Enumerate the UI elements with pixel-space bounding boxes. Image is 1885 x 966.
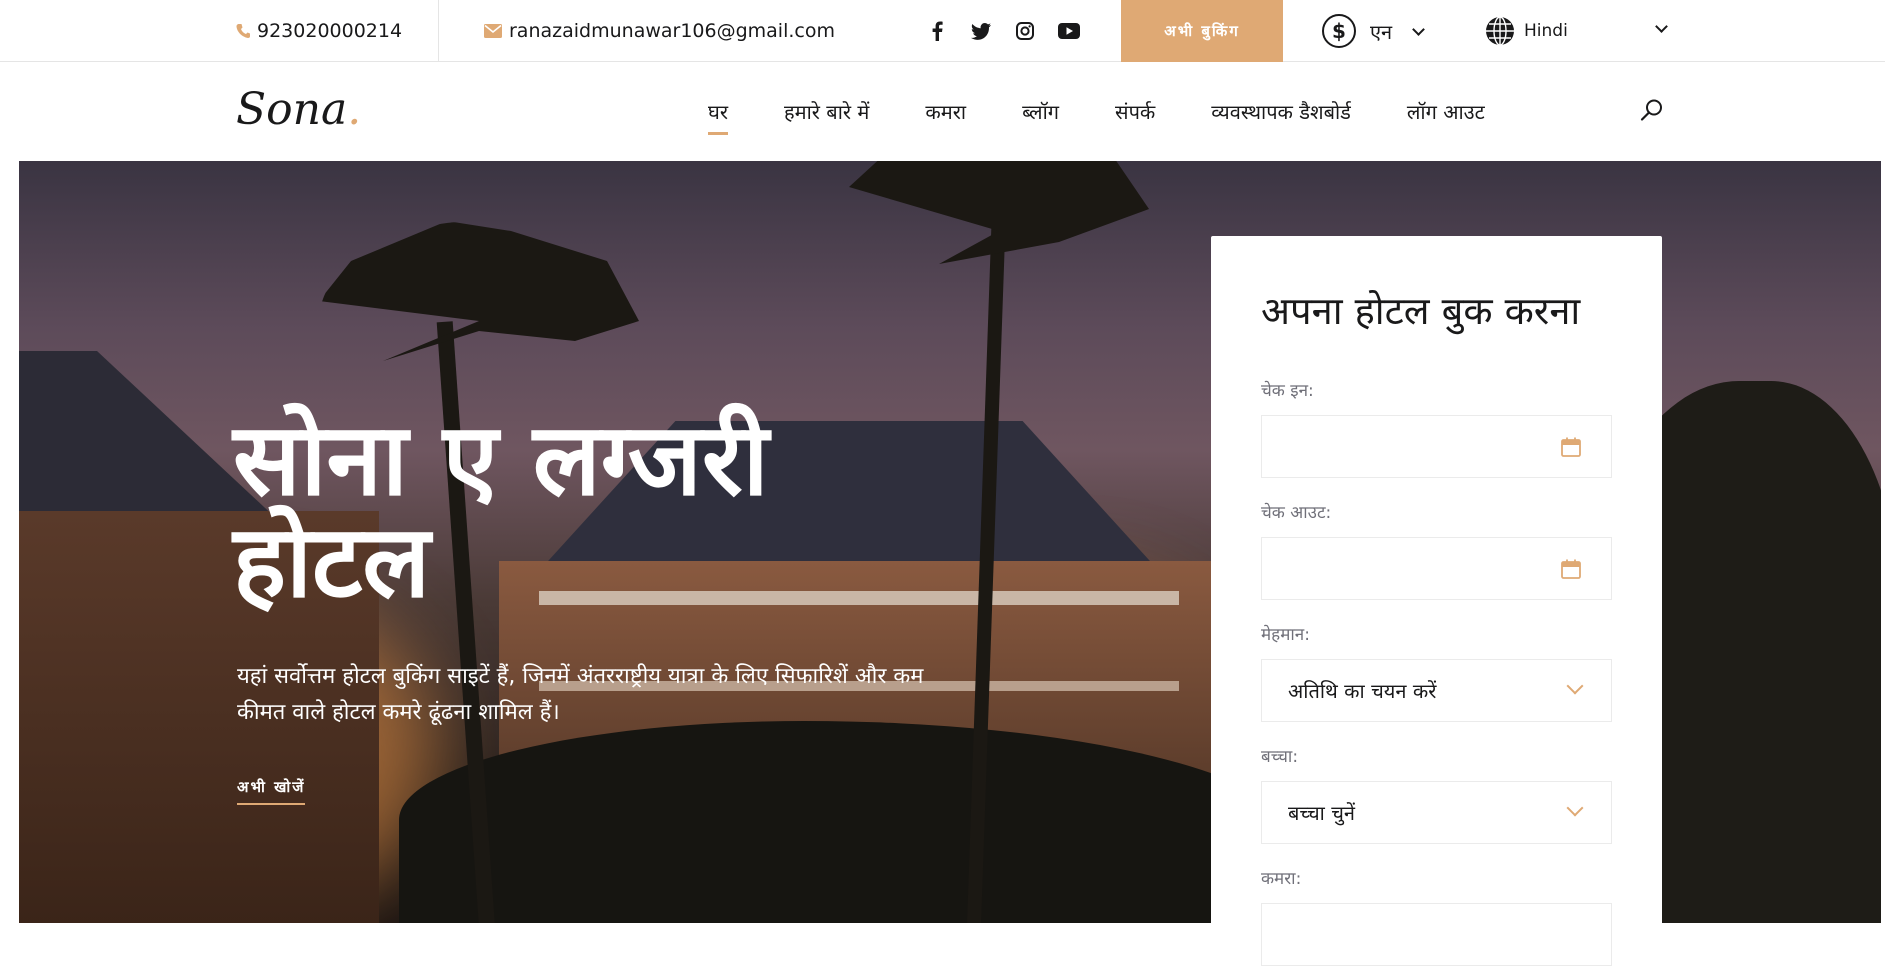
guests-select-value: अतिथि का चयन करें [1288, 679, 1437, 703]
nav-item-blog[interactable]: ब्लॉग [1022, 94, 1059, 129]
top-bar: 923020000214 ranazaidmunawar106@gmail.co… [0, 0, 1885, 62]
nav-item-logout[interactable]: लॉग आउट [1407, 94, 1485, 129]
currency-selector[interactable]: $ एन [1322, 0, 1426, 62]
currency-label: एन [1370, 19, 1393, 44]
phone-contact[interactable]: 923020000214 [236, 0, 402, 62]
booking-form: अपना होटल बुक करना चेक इन: चेक आउट: मेहम… [1211, 236, 1662, 966]
check-out-field[interactable] [1261, 537, 1612, 600]
chevron-down-icon [1655, 20, 1668, 33]
language-selector[interactable]: Hindi [1484, 0, 1674, 62]
dollar-icon: $ [1322, 14, 1356, 48]
palm-tree [319, 221, 639, 361]
instagram-icon[interactable] [1014, 20, 1036, 42]
calendar-icon [1561, 437, 1581, 457]
check-in-field[interactable] [1261, 415, 1612, 478]
rooms-label: कमरा: [1261, 869, 1302, 889]
phone-number: 923020000214 [257, 20, 403, 42]
rooms-select[interactable] [1261, 903, 1612, 966]
phone-icon [236, 23, 250, 39]
check-in-label: चेक इन: [1261, 381, 1314, 401]
chevron-down-icon [1412, 22, 1426, 36]
language-label: Hindi [1524, 21, 1568, 41]
nav-item-contact[interactable]: संपर्क [1115, 94, 1155, 129]
booking-title: अपना होटल बुक करना [1261, 289, 1581, 333]
chevron-down-icon [1566, 799, 1584, 817]
book-now-button[interactable]: अभी बुकिंग [1121, 0, 1283, 62]
divider [438, 0, 439, 62]
children-select[interactable]: बच्चा चुनें [1261, 781, 1612, 844]
menu: घर हमारे बारे में कमरा ब्लॉग संपर्क व्यव… [708, 62, 1541, 160]
children-label: बच्चा: [1261, 747, 1299, 767]
twitter-icon[interactable] [970, 20, 992, 42]
guests-select[interactable]: अतिथि का चयन करें [1261, 659, 1612, 722]
guests-label: मेहमान: [1261, 625, 1310, 645]
globe-icon [1486, 16, 1514, 46]
discover-now-link[interactable]: अभी खोजें [237, 777, 306, 805]
email-contact[interactable]: ranazaidmunawar106@gmail.com [484, 0, 835, 62]
nav-item-home[interactable]: घर [708, 94, 728, 135]
check-out-label: चेक आउट: [1261, 503, 1332, 523]
hero-title: सोना ए लग्जरी होटल [233, 401, 769, 620]
children-select-value: बच्चा चुनें [1288, 801, 1355, 825]
social-links [926, 0, 1080, 62]
facebook-icon[interactable] [926, 20, 948, 42]
logo-text: Sona [236, 84, 348, 135]
email-address: ranazaidmunawar106@gmail.com [509, 20, 835, 42]
nav-item-about[interactable]: हमारे बारे में [784, 94, 869, 129]
search-icon[interactable] [1640, 98, 1664, 122]
nav-item-admin-dashboard[interactable]: व्यवस्थापक डैशबोर्ड [1211, 94, 1351, 129]
nav-item-rooms[interactable]: कमरा [925, 94, 966, 129]
envelope-icon [484, 24, 502, 38]
hero-description: यहां सर्वोत्तम होटल बुकिंग साइटें हैं, ज… [237, 664, 924, 725]
logo[interactable]: Sona. [236, 84, 361, 135]
chevron-down-icon [1566, 677, 1584, 695]
main-navigation: Sona. घर हमारे बारे में कमरा ब्लॉग संपर्… [0, 62, 1885, 160]
logo-dot: . [347, 84, 362, 135]
calendar-icon [1561, 559, 1581, 579]
youtube-icon[interactable] [1058, 20, 1080, 42]
